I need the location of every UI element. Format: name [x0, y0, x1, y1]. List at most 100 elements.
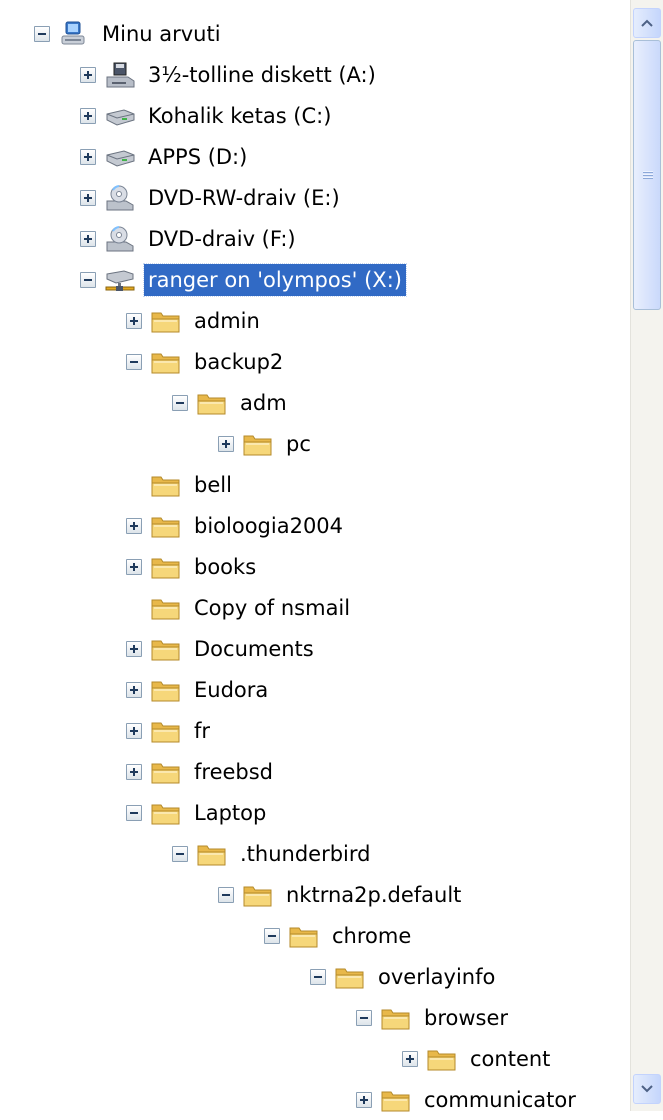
- tree-item-minu-arvuti[interactable]: Minu arvuti: [0, 13, 628, 54]
- tree-item-label[interactable]: fr: [190, 715, 214, 747]
- expand-plus-icon[interactable]: [126, 763, 142, 780]
- expand-plus-icon[interactable]: [402, 1050, 418, 1067]
- tree-item-folder[interactable]: content: [0, 1038, 628, 1079]
- tree-item-label[interactable]: ranger on 'olympos' (X:): [143, 262, 407, 297]
- collapse-minus-icon[interactable]: [172, 394, 188, 411]
- expand-plus-icon[interactable]: [356, 1091, 372, 1108]
- tree-item-drive[interactable]: Kohalik ketas (C:): [0, 95, 628, 136]
- expand-plus-icon[interactable]: [218, 435, 234, 452]
- tree-item-folder[interactable]: backup2: [0, 341, 628, 382]
- tree-item-content: admin: [126, 300, 264, 341]
- tree-item-label[interactable]: Eudora: [190, 674, 272, 706]
- collapse-minus-icon[interactable]: [80, 271, 96, 288]
- tree-item-folder[interactable]: bioloogia2004: [0, 505, 628, 546]
- tree-item-drive[interactable]: DVD-draiv (F:): [0, 218, 628, 259]
- collapse-minus-icon[interactable]: [218, 886, 234, 903]
- expand-plus-icon[interactable]: [126, 722, 142, 739]
- tree-item-folder[interactable]: freebsd: [0, 751, 628, 792]
- tree-item-drive[interactable]: DVD-RW-draiv (E:): [0, 177, 628, 218]
- tree-item-label[interactable]: Kohalik ketas (C:): [144, 100, 335, 132]
- tree-item-label[interactable]: .thunderbird: [236, 838, 374, 870]
- folder-icon: [150, 799, 182, 827]
- tree-item-folder[interactable]: nktrna2p.default: [0, 874, 628, 915]
- expand-plus-icon[interactable]: [126, 640, 142, 657]
- tree-item-label[interactable]: chrome: [328, 920, 415, 952]
- tree-item-label[interactable]: content: [466, 1043, 554, 1075]
- tree-item-content: communicator: [356, 1079, 580, 1120]
- collapse-minus-icon[interactable]: [126, 804, 142, 821]
- tree-item-label[interactable]: bioloogia2004: [190, 510, 347, 542]
- collapse-minus-icon[interactable]: [356, 1009, 372, 1026]
- tree-item-folder[interactable]: chrome: [0, 915, 628, 956]
- tree-item-label[interactable]: APPS (D:): [144, 141, 251, 173]
- tree-item-folder[interactable]: Copy of nsmail: [0, 587, 628, 628]
- folder-icon: [334, 963, 366, 991]
- tree-item-label[interactable]: Minu arvuti: [98, 18, 225, 50]
- my-computer-icon: [58, 20, 90, 48]
- tree-item-label[interactable]: DVD-RW-draiv (E:): [144, 182, 344, 214]
- tree-item-folder[interactable]: browser: [0, 997, 628, 1038]
- tree-item-folder[interactable]: adm: [0, 382, 628, 423]
- tree-item-folder[interactable]: fr: [0, 710, 628, 751]
- expand-plus-icon[interactable]: [126, 681, 142, 698]
- tree-item-folder[interactable]: communicator: [0, 1079, 628, 1120]
- expand-plus-icon[interactable]: [80, 107, 96, 124]
- tree-item-folder[interactable]: Documents: [0, 628, 628, 669]
- tree-item-folder[interactable]: Laptop: [0, 792, 628, 833]
- tree-item-label[interactable]: DVD-draiv (F:): [144, 223, 300, 255]
- tree-item-label[interactable]: browser: [420, 1002, 512, 1034]
- tree-item-label[interactable]: Laptop: [190, 797, 270, 829]
- tree-item-label[interactable]: pc: [282, 428, 315, 460]
- tree-item-drive[interactable]: APPS (D:): [0, 136, 628, 177]
- tree-item-content: bell: [126, 464, 236, 505]
- tree-item-folder[interactable]: admin: [0, 300, 628, 341]
- folder-icon: [380, 1004, 412, 1032]
- tree-item-folder[interactable]: pc: [0, 423, 628, 464]
- expand-plus-icon[interactable]: [80, 189, 96, 206]
- scroll-up-button[interactable]: [633, 8, 661, 38]
- expand-plus-icon[interactable]: [80, 66, 96, 83]
- tree-item-drive[interactable]: 3½-tolline diskett (A:): [0, 54, 628, 95]
- tree-item-label[interactable]: nktrna2p.default: [282, 879, 465, 911]
- tree-item-folder[interactable]: bell: [0, 464, 628, 505]
- collapse-minus-icon[interactable]: [172, 845, 188, 862]
- collapse-minus-icon[interactable]: [264, 927, 280, 944]
- tree-item-content: .thunderbird: [172, 833, 374, 874]
- expand-plus-icon[interactable]: [126, 558, 142, 575]
- tree-item-label[interactable]: Documents: [190, 633, 318, 665]
- dvd-drive-icon: [104, 184, 136, 212]
- tree-item-label[interactable]: overlayinfo: [374, 961, 499, 993]
- vertical-scrollbar[interactable]: [630, 0, 663, 1111]
- tree-item-folder[interactable]: overlayinfo: [0, 956, 628, 997]
- expand-plus-icon[interactable]: [80, 230, 96, 247]
- folder-icon: [196, 840, 228, 868]
- scroll-down-button[interactable]: [633, 1074, 661, 1104]
- tree-item-content: DVD-RW-draiv (E:): [80, 177, 344, 218]
- collapse-minus-icon[interactable]: [34, 25, 50, 42]
- tree-item-label[interactable]: 3½-tolline diskett (A:): [144, 59, 380, 91]
- expand-plus-icon[interactable]: [80, 148, 96, 165]
- collapse-minus-icon[interactable]: [126, 353, 142, 370]
- scroll-thumb[interactable]: [633, 40, 661, 310]
- chevron-down-icon: [641, 1085, 653, 1093]
- tree-item-content: fr: [126, 710, 214, 751]
- tree-item-folder[interactable]: books: [0, 546, 628, 587]
- tree-item-label[interactable]: Copy of nsmail: [190, 592, 354, 624]
- tree-item-folder[interactable]: Eudora: [0, 669, 628, 710]
- collapse-minus-icon[interactable]: [310, 968, 326, 985]
- tree-item-label[interactable]: admin: [190, 305, 264, 337]
- tree-item-label[interactable]: freebsd: [190, 756, 277, 788]
- expand-plus-icon[interactable]: [126, 312, 142, 329]
- tree-item-content: chrome: [264, 915, 415, 956]
- tree-item-content: books: [126, 546, 260, 587]
- expand-plus-icon[interactable]: [126, 517, 142, 534]
- hard-disk-icon: [104, 143, 136, 171]
- tree-item-label[interactable]: books: [190, 551, 260, 583]
- tree-item-drive[interactable]: ranger on 'olympos' (X:): [0, 259, 628, 300]
- tree-item-label[interactable]: backup2: [190, 346, 287, 378]
- tree-item-folder[interactable]: .thunderbird: [0, 833, 628, 874]
- tree-item-label[interactable]: bell: [190, 469, 236, 501]
- tree-item-label[interactable]: adm: [236, 387, 291, 419]
- tree-item-content: Eudora: [126, 669, 272, 710]
